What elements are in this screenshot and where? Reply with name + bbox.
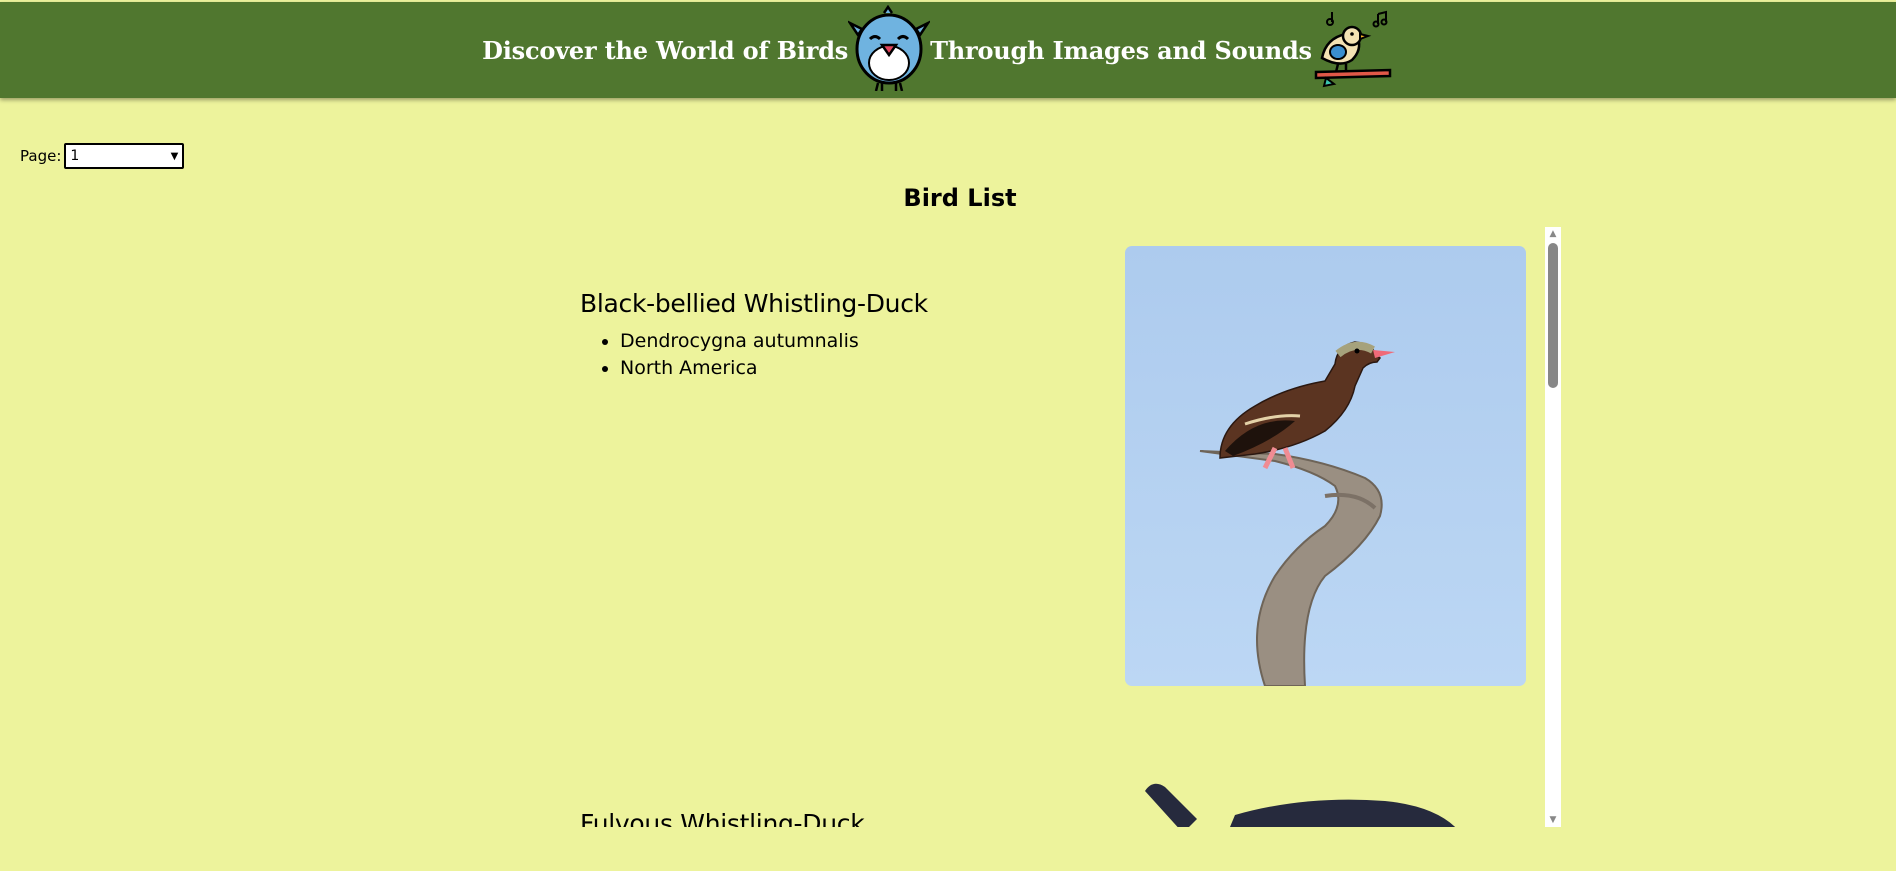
bird-list-title: Bird List	[903, 184, 1017, 212]
scroll-down-icon[interactable]: ▼	[1545, 813, 1561, 827]
scroll-up-icon[interactable]: ▲	[1545, 227, 1561, 241]
page-selector: Page: 1 ▼	[20, 143, 185, 169]
scroll-thumb[interactable]	[1548, 243, 1558, 388]
header-title: Discover the World of Birds Through Imag…	[482, 4, 1394, 95]
bird-list-scrollbar[interactable]: ▲ ▼	[1545, 227, 1561, 827]
bird-list[interactable]: Black-bellied Whistling-Duck Dendrocygna…	[580, 227, 1560, 827]
header-title-part1: Discover the World of Birds	[482, 35, 849, 65]
page-label: Page:	[20, 147, 62, 165]
page-select[interactable]: 1 ▼	[64, 143, 185, 169]
chevron-down-icon: ▼	[170, 150, 179, 162]
singing-bird-on-branch-icon	[1312, 8, 1394, 92]
page-select-value: 1	[70, 148, 80, 164]
bird-photo	[1125, 246, 1526, 686]
happy-bird-icon	[846, 4, 932, 95]
site-header: Discover the World of Birds Through Imag…	[0, 2, 1896, 98]
header-title-part2: Through Images and Sounds	[930, 35, 1312, 65]
bird-photo	[1125, 779, 1526, 827]
